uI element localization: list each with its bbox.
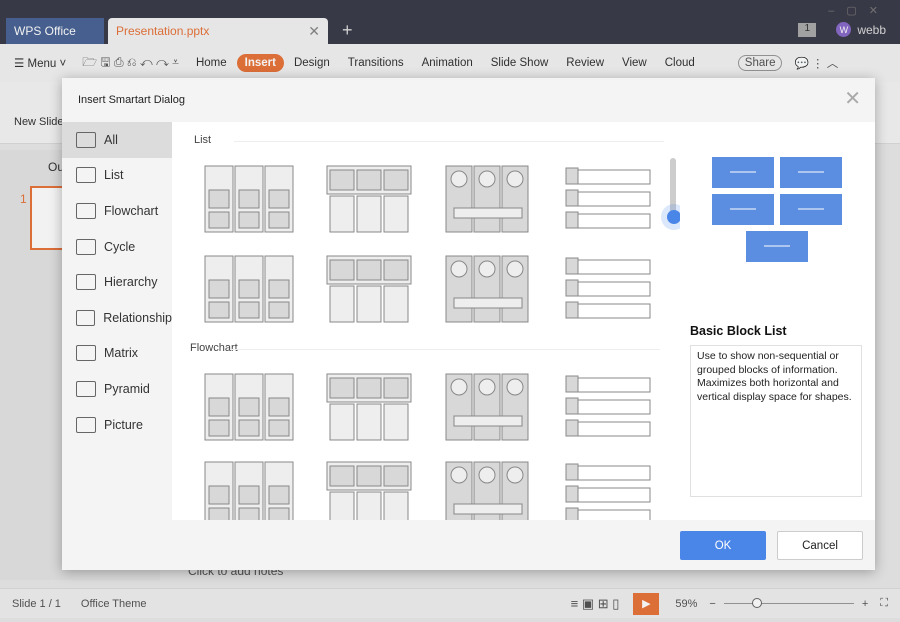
smartart-layout[interactable] [442, 254, 534, 324]
matrix-icon [76, 345, 96, 362]
preview-image [712, 157, 842, 262]
nav-label: Cycle [104, 239, 136, 254]
dialog-title: Insert Smartart Dialog [78, 94, 185, 106]
smartart-layout[interactable] [562, 372, 654, 442]
smartart-layout[interactable] [322, 164, 414, 234]
nav-item-cycle[interactable]: Cycle [62, 229, 172, 265]
smartart-layout[interactable] [202, 460, 294, 520]
preview-description: Use to show non-sequential or grouped bl… [690, 345, 862, 497]
category-nav: All List Flowchart Cycle Hierarchy Relationsh… [62, 122, 172, 520]
hierarchy-icon [76, 274, 96, 291]
smartart-layout[interactable] [322, 372, 414, 442]
smartart-layout[interactable] [562, 254, 654, 324]
nav-item-relationship[interactable]: Relationship [62, 300, 172, 336]
flowchart-icon [76, 202, 96, 219]
smartart-layout[interactable] [442, 372, 534, 442]
preview-name: Basic Block List [690, 324, 787, 338]
scroll-thumb[interactable] [667, 210, 681, 224]
nav-label: Relationship [103, 310, 172, 325]
all-icon [76, 131, 96, 148]
insert-smartart-dialog: Insert Smartart Dialog ✕ All List Flowchar… [62, 78, 875, 570]
smartart-layout[interactable] [322, 254, 414, 324]
section-flowchart: Flowchart [190, 342, 657, 354]
nav-label: List [104, 168, 124, 183]
nav-label: Picture [104, 417, 143, 432]
smartart-layout[interactable] [322, 460, 414, 520]
close-icon[interactable]: ✕ [844, 86, 861, 111]
smartart-layout[interactable] [442, 164, 534, 234]
nav-label: Hierarchy [104, 275, 158, 290]
smartart-layout[interactable] [442, 460, 534, 520]
smartart-layout[interactable] [202, 164, 294, 234]
relationship-icon [76, 309, 96, 326]
picture-icon [76, 416, 96, 433]
smartart-layout[interactable] [562, 460, 654, 520]
nav-item-pyramid[interactable]: Pyramid [62, 371, 172, 407]
list-icon [76, 167, 96, 184]
preview-panel: Basic Block List Use to show non-sequent… [680, 122, 875, 520]
nav-item-matrix[interactable]: Matrix [62, 336, 172, 372]
smartart-layout[interactable] [202, 254, 294, 324]
nav-label: Pyramid [104, 381, 150, 396]
nav-item-flowchart[interactable]: Flowchart [62, 193, 172, 229]
pyramid-icon [76, 380, 96, 397]
section-list: List [194, 134, 668, 146]
nav-label: Matrix [104, 346, 139, 361]
nav-label: Flowchart [104, 203, 159, 218]
nav-item-hierarchy[interactable]: Hierarchy [62, 264, 172, 300]
smartart-layout[interactable] [562, 164, 654, 234]
nav-item-list[interactable]: List [62, 158, 172, 194]
smartart-layout[interactable] [202, 372, 294, 442]
scrollbar[interactable] [670, 158, 676, 218]
cancel-button[interactable]: Cancel [777, 531, 863, 560]
nav-item-all[interactable]: All [62, 122, 172, 158]
smartart-gallery: List Flowchart [172, 122, 680, 520]
ok-button[interactable]: OK [680, 531, 766, 560]
cycle-icon [76, 238, 96, 255]
nav-item-picture[interactable]: Picture [62, 407, 172, 443]
nav-label: All [104, 132, 118, 147]
